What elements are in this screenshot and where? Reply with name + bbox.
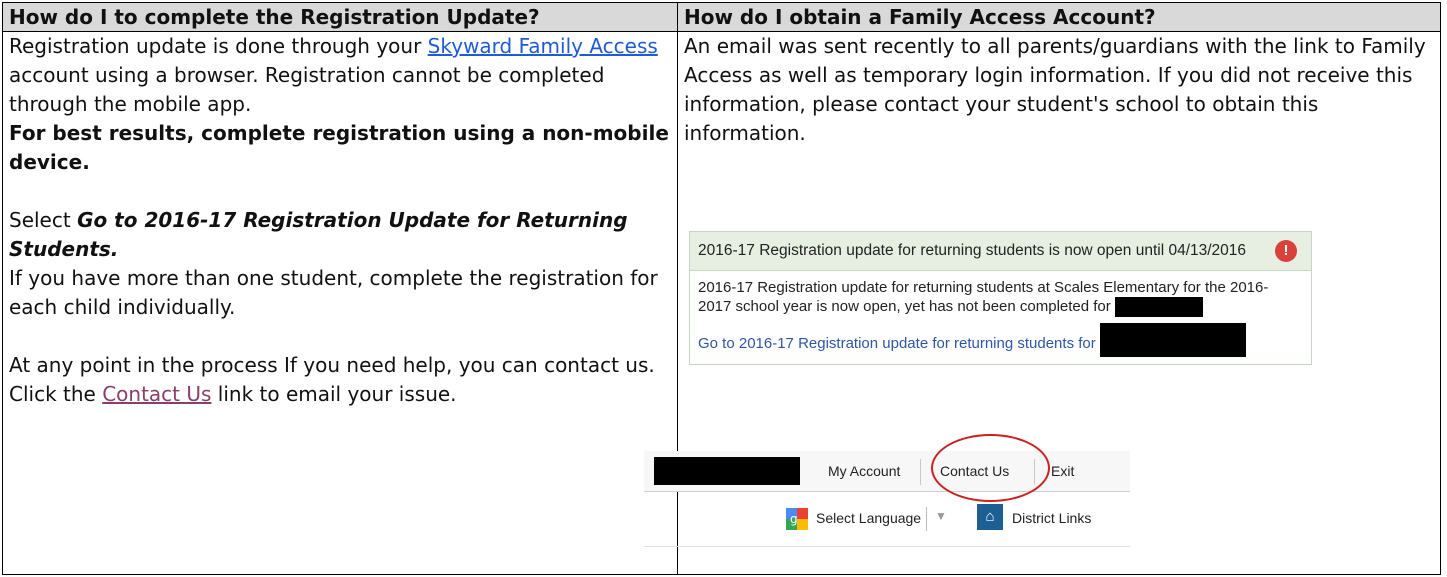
notice-body: 2016-17 Registration update for returnin… (690, 271, 1311, 357)
redacted-name (1099, 323, 1246, 357)
alert-icon: ! (1275, 240, 1297, 262)
exit-link[interactable]: Exit (1051, 463, 1074, 479)
registration-notice-screenshot: 2016-17 Registration update for returnin… (689, 231, 1312, 365)
contact-us-link[interactable]: Contact Us (102, 382, 211, 406)
select-instruction: Select Go to 2016-17 Registration Update… (9, 206, 671, 264)
text-span: account using a browser. Registration ca… (9, 63, 605, 116)
toolbar-top-row: My Account Contact Us Exit (644, 434, 1130, 502)
header-right: How do I obtain a Family Access Account? (677, 2, 1441, 32)
email-info-paragraph: An email was sent recently to all parent… (684, 34, 1426, 145)
header-left: How do I to complete the Registration Up… (2, 2, 678, 32)
notice-header: 2016-17 Registration update for returnin… (690, 232, 1311, 271)
chevron-down-icon[interactable]: ▼ (935, 509, 947, 523)
redacted-name (1114, 297, 1203, 317)
skyward-family-access-link[interactable]: Skyward Family Access (428, 34, 658, 58)
registration-paragraph: Registration update is done through your… (9, 32, 671, 119)
text-span: Go to 2016-17 Registration update for re… (698, 334, 1096, 352)
district-links-link[interactable]: District Links (1012, 510, 1091, 526)
notice-title: 2016-17 Registration update for returnin… (698, 242, 1247, 259)
svg-text:g: g (790, 512, 798, 526)
multiple-students-note: If you have more than one student, compl… (9, 266, 658, 319)
text-span: 2017 school year is now open, yet has no… (698, 297, 1111, 315)
notice-line-2: 2017 school year is now open, yet has no… (698, 297, 1303, 317)
best-results-note: For best results, complete registration … (9, 121, 669, 174)
skyward-toolbar-screenshot: My Account Contact Us Exit g Select Lang… (644, 434, 1130, 550)
text-span: Registration update is done through your (9, 34, 428, 58)
header-row: How do I to complete the Registration Up… (2, 2, 1441, 32)
go-to-registration-link[interactable]: Go to 2016-17 Registration update for re… (698, 323, 1303, 357)
help-paragraph: At any point in the process If you need … (9, 351, 671, 409)
text-span: Select (9, 208, 78, 232)
text-span: link to email your issue. (211, 382, 457, 406)
building-icon: ⌂ (977, 504, 1003, 530)
left-cell: Registration update is done through your… (2, 31, 678, 575)
select-target: Go to 2016-17 Registration Update for Re… (9, 208, 628, 261)
google-translate-icon: g (786, 508, 808, 530)
my-account-link[interactable]: My Account (828, 463, 900, 479)
select-language-dropdown[interactable]: Select Language (816, 510, 921, 526)
notice-line-1: 2016-17 Registration update for returnin… (698, 279, 1269, 296)
redacted-user-name (654, 457, 800, 485)
toolbar-bottom-row: g Select Language ▼ ⌂ District Links (644, 492, 1130, 547)
